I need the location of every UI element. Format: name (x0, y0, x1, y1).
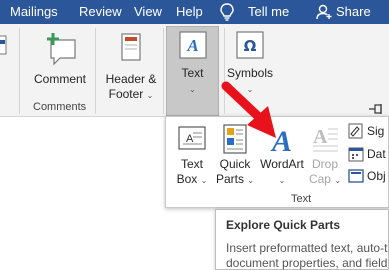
tooltip-body: Insert preformatted text, auto-t documen… (226, 241, 387, 270)
wordart-icon: A (257, 123, 307, 158)
svg-text:A: A (270, 125, 292, 157)
object-icon (348, 168, 364, 188)
drop-cap-label-line1: Drop (311, 157, 338, 171)
text-button[interactable]: A Text ⌄ (166, 30, 219, 110)
lightbulb-icon[interactable] (220, 3, 234, 26)
group-separator (95, 28, 96, 114)
chevron-down-icon: ⌄ (278, 176, 286, 185)
wordart-button[interactable]: A WordArt ⌄ (257, 123, 307, 189)
svg-text:A: A (186, 36, 198, 55)
drop-cap-icon: A (307, 123, 343, 157)
date-time-label: Dat (367, 147, 386, 161)
tooltip-title: Explore Quick Parts (226, 218, 341, 232)
header-footer-button[interactable]: Header & Footer ⌄ (101, 30, 161, 101)
quick-parts-icon (214, 123, 256, 157)
quick-parts-label-line2: Parts ⌄ (215, 172, 255, 186)
text-box-icon: A (174, 123, 210, 157)
tab-mailings[interactable]: Mailings (10, 3, 58, 21)
quick-parts-button[interactable]: Quick Parts ⌄ (214, 123, 256, 189)
share-person-icon[interactable] (316, 4, 332, 25)
tab-help[interactable]: Help (176, 3, 203, 21)
text-icon: A (166, 30, 219, 66)
drop-cap-button[interactable]: A Drop Cap ⌄ (307, 123, 343, 189)
text-group-label: Text (291, 193, 312, 205)
chevron-down-icon: ⌄ (334, 176, 342, 185)
tab-review[interactable]: Review (79, 3, 122, 21)
share-button[interactable]: Share (336, 3, 371, 21)
svg-text:Ω: Ω (244, 37, 257, 55)
signature-line-label: Sig (367, 124, 385, 138)
chevron-down-icon: ⌄ (146, 91, 154, 100)
tooltip-body-line1: Insert preformatted text, auto-t (226, 241, 388, 255)
text-gallery-panel: A Text Box ⌄ Quick Parts ⌄ A WordArt ⌄ A… (165, 116, 389, 208)
ribbon-tab-bar: Mailings Review View Help Tell me Share (0, 0, 389, 24)
group-separator (163, 28, 164, 114)
signature-line-button[interactable]: Sig (348, 122, 389, 142)
chevron-down-icon: ⌄ (189, 85, 196, 94)
text-box-button[interactable]: A Text Box ⌄ (174, 123, 210, 189)
calendar-icon (348, 146, 364, 166)
header-footer-label-line1: Header & (105, 72, 157, 86)
svg-text:A: A (186, 133, 194, 145)
quick-parts-tooltip: Explore Quick Parts Insert preformatted … (215, 209, 389, 270)
object-button[interactable]: Obj (348, 167, 389, 187)
wordart-label: WordArt (260, 157, 304, 171)
symbols-label: Symbols (226, 66, 273, 80)
text-box-label-line2: Box ⌄ (176, 172, 208, 186)
svg-text:A: A (313, 126, 328, 148)
tooltip-body-line2: document properties, and field (226, 256, 388, 270)
drop-cap-label-line2: Cap ⌄ (308, 172, 342, 186)
comments-group-label: Comments (33, 101, 87, 113)
new-comment-icon (29, 30, 91, 72)
date-time-button[interactable]: Dat (348, 145, 389, 165)
ribbon: Comment Comments Header & Footer ⌄ A Tex… (0, 24, 389, 117)
chevron-down-icon: ⌄ (247, 176, 255, 185)
signature-line-icon (348, 123, 364, 143)
text-box-label-line1: Text (180, 157, 203, 171)
group-separator (19, 28, 20, 114)
tab-view[interactable]: View (134, 3, 162, 21)
chevron-down-icon: ⌄ (246, 85, 254, 94)
text-label: Text (181, 66, 204, 80)
quick-parts-label-line1: Quick (219, 157, 251, 171)
comment-label: Comment (33, 72, 86, 86)
omega-icon: Ω (225, 30, 275, 66)
partial-ribbon-button[interactable] (0, 32, 10, 62)
tell-me-search[interactable]: Tell me (248, 3, 289, 21)
new-comment-button[interactable]: Comment (29, 30, 91, 94)
header-footer-label-line2: Footer ⌄ (108, 87, 154, 101)
header-footer-icon (101, 30, 161, 72)
symbols-button[interactable]: Ω Symbols ⌄ (225, 30, 275, 100)
chevron-down-icon: ⌄ (200, 176, 208, 185)
object-label: Obj (367, 169, 386, 183)
